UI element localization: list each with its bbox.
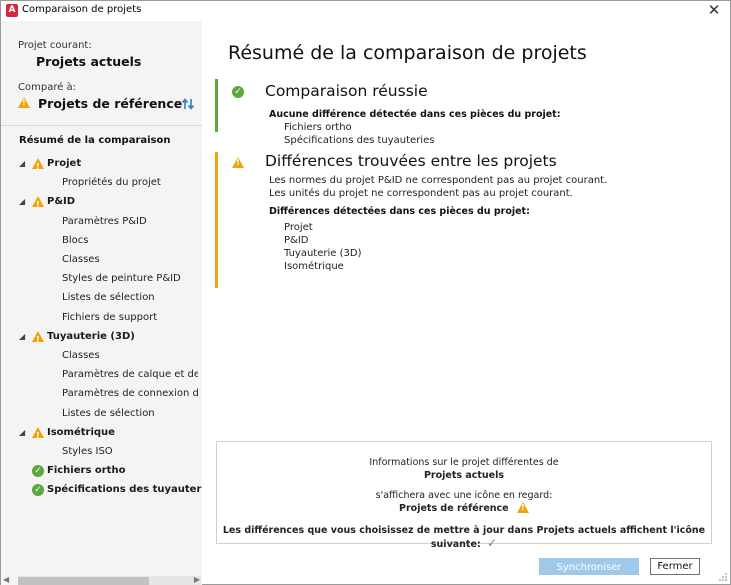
tree-child-label: Blocs bbox=[62, 234, 89, 246]
tree-child-item[interactable]: Classes bbox=[1, 252, 198, 268]
warning-icon bbox=[32, 426, 44, 441]
tree-child-item[interactable]: Paramètres de calque et de cc bbox=[1, 367, 198, 383]
info-reference-project: Projets de référence bbox=[217, 502, 711, 514]
tree-heading: Résumé de la comparaison bbox=[19, 135, 171, 146]
collapse-caret-icon[interactable]: ◢ bbox=[19, 425, 25, 441]
resize-grip-icon[interactable] bbox=[718, 572, 728, 582]
close-button[interactable]: Fermer bbox=[650, 558, 700, 575]
differences-note: Les unités du projet ne correspondent pa… bbox=[269, 188, 573, 199]
horizontal-scrollbar[interactable]: ▶ bbox=[18, 575, 201, 585]
tree-item-label: Tuyauterie (3D) bbox=[47, 330, 135, 342]
info-line: Les différences que vous choisissez de m… bbox=[222, 525, 706, 550]
info-line: s'affichera avec une icône en regard: bbox=[375, 490, 553, 501]
divider bbox=[1, 125, 202, 126]
differences-item: P&ID bbox=[284, 235, 309, 246]
tree-child-item[interactable]: Listes de sélection bbox=[1, 290, 198, 306]
check-icon: ✓ bbox=[32, 465, 44, 478]
tree-child-item[interactable]: Paramètres P&ID bbox=[1, 214, 198, 230]
warning-icon bbox=[32, 158, 44, 172]
info-box: Informations sur le projet différentes d… bbox=[216, 441, 712, 550]
check-icon: ✓ bbox=[487, 536, 498, 550]
tree-child-label: Paramètres de connexion de l bbox=[62, 388, 198, 400]
page-title: Résumé de la comparaison de projets bbox=[228, 42, 587, 64]
tree-child-label: Styles ISO bbox=[62, 446, 113, 457]
success-item: Fichiers ortho bbox=[284, 122, 352, 133]
warning-icon bbox=[32, 330, 44, 345]
scroll-right-icon[interactable]: ▶ bbox=[194, 575, 200, 584]
tree-child-label: Classes bbox=[62, 350, 100, 361]
tree-child-label: Paramètres P&ID bbox=[62, 215, 147, 227]
differences-subtitle: Différences détectées dans ces pièces du… bbox=[269, 206, 530, 217]
tree-item-label: Spécifications des tuyauteries bbox=[47, 484, 202, 496]
close-window-button[interactable]: ✕ bbox=[703, 1, 725, 21]
success-subtitle: Aucune différence détectée dans ces pièc… bbox=[269, 109, 561, 120]
collapse-caret-icon[interactable]: ◢ bbox=[19, 156, 25, 172]
tree-child-item[interactable]: Classes bbox=[1, 348, 198, 364]
dialog-window: A Comparaison de projets ✕ Projet couran… bbox=[0, 0, 731, 585]
differences-note: Les normes du projet P&ID ne corresponde… bbox=[269, 175, 608, 186]
tree-child-label: Fichiers de support bbox=[62, 311, 158, 323]
swap-projects-icon[interactable] bbox=[181, 97, 195, 111]
tree-child-item[interactable]: Blocs bbox=[1, 233, 198, 249]
differences-item: Isométrique bbox=[284, 261, 344, 272]
tree-child-item[interactable]: Fichiers de support bbox=[1, 310, 198, 326]
left-panel: Projet courant: Projets actuels Comparé … bbox=[1, 21, 202, 585]
main-panel: Résumé de la comparaison de projets ✓ Co… bbox=[202, 21, 730, 584]
tree-item[interactable]: ◢ P&ID bbox=[1, 194, 202, 210]
tree-child-item[interactable]: Paramètres de connexion de l bbox=[1, 386, 198, 402]
differences-title: Différences trouvées entre les projets bbox=[265, 152, 557, 170]
differences-item: Tuyauterie (3D) bbox=[284, 248, 362, 259]
check-icon: ✓ bbox=[32, 484, 44, 497]
current-project-name: Projets actuels bbox=[36, 54, 142, 69]
info-line: Informations sur le projet différentes d… bbox=[369, 457, 559, 468]
success-item: Spécifications des tuyauteries bbox=[284, 135, 435, 146]
warning-icon bbox=[32, 196, 44, 210]
tree-item[interactable]: ◢ Isométrique bbox=[1, 425, 202, 441]
collapse-caret-icon[interactable]: ◢ bbox=[19, 329, 25, 345]
info-current-project: Projets actuels bbox=[423, 470, 505, 481]
tree-item-label: P&ID bbox=[47, 196, 76, 208]
tree-child-item[interactable]: Propriétés du projet bbox=[1, 175, 198, 191]
window-title: Comparaison de projets bbox=[22, 4, 142, 15]
warning-icon bbox=[18, 97, 30, 108]
tree-item-label: Fichiers ortho bbox=[47, 465, 126, 477]
synchronize-button[interactable]: Synchroniser bbox=[539, 558, 639, 575]
warning-icon bbox=[516, 502, 529, 513]
tree-item[interactable]: ✓ Fichiers ortho bbox=[1, 463, 202, 479]
current-project-label: Projet courant: bbox=[18, 40, 92, 51]
tree-child-label: Propriétés du projet bbox=[62, 177, 161, 189]
compared-label: Comparé à: bbox=[18, 82, 77, 93]
tree-child-label: Classes bbox=[62, 254, 100, 265]
tree-child-label: Listes de sélection bbox=[62, 292, 155, 304]
success-title: Comparaison réussie bbox=[265, 82, 428, 100]
compared-project-name: Projets de référence bbox=[38, 96, 183, 111]
tree-item[interactable]: ✓ Spécifications des tuyauteries bbox=[1, 482, 202, 498]
tree-item-label: Isométrique bbox=[47, 426, 115, 438]
scrollbar-thumb[interactable] bbox=[18, 577, 149, 585]
autodesk-app-icon: A bbox=[6, 4, 18, 17]
differences-item: Projet bbox=[284, 222, 313, 233]
collapse-caret-icon[interactable]: ◢ bbox=[19, 194, 25, 210]
tree-child-item[interactable]: Styles de peinture P&ID bbox=[1, 271, 198, 287]
tree-child-label: Listes de sélection bbox=[62, 407, 155, 419]
differences-warning-icon bbox=[232, 157, 244, 168]
tree-item-label: Projet bbox=[47, 158, 82, 169]
tree-child-item[interactable]: Listes de sélection bbox=[1, 406, 198, 422]
tree-child-label: Styles de peinture P&ID bbox=[62, 273, 181, 285]
success-check-icon: ✓ bbox=[232, 86, 244, 98]
tree-child-label: Paramètres de calque et de cc bbox=[62, 369, 198, 381]
differences-accent-bar bbox=[215, 152, 218, 288]
scroll-left-icon[interactable]: ◀ bbox=[3, 575, 9, 584]
tree-item[interactable]: ◢ Tuyauterie (3D) bbox=[1, 329, 202, 345]
tree-item[interactable]: ◢ Projet bbox=[1, 156, 202, 172]
title-bar: A Comparaison de projets ✕ bbox=[1, 1, 730, 21]
success-accent-bar bbox=[215, 79, 218, 132]
tree-child-item[interactable]: Styles ISO bbox=[1, 444, 198, 460]
